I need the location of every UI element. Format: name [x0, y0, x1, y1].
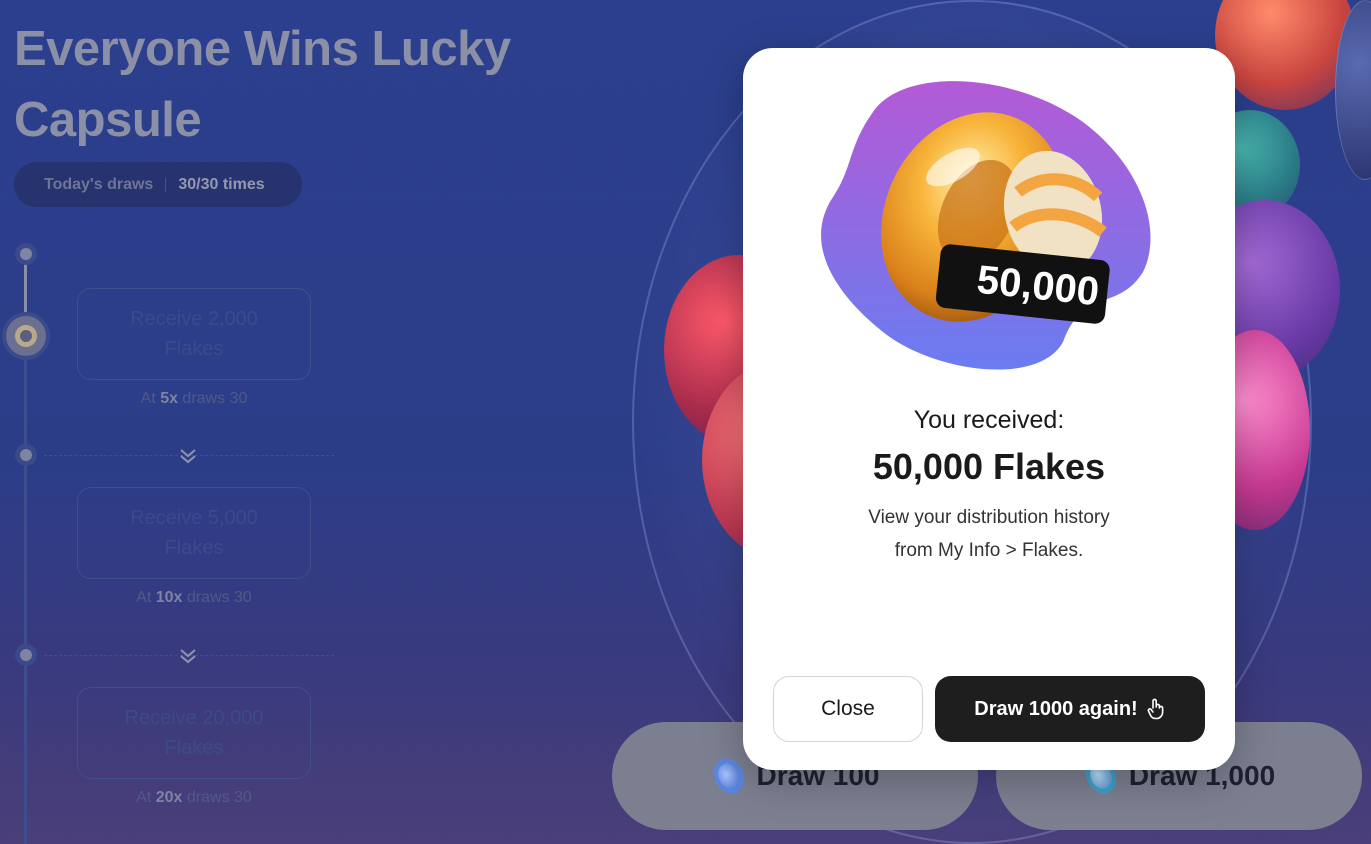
distribution-hint: View your distribution history from My I…: [868, 507, 1110, 561]
capsule-ball: [1215, 0, 1355, 110]
reward-card: Receive 5,000 Flakes: [77, 487, 311, 579]
draws-count: 30/30 times: [178, 175, 265, 193]
ring-icon: [11, 321, 41, 351]
hand-pointer-icon: [1146, 698, 1166, 720]
received-label: You received:: [913, 406, 1065, 434]
draw-again-button[interactable]: Draw 1000 again!: [935, 676, 1205, 742]
reward-caption: At 5x draws 30: [140, 390, 248, 407]
prize-illustration: 50,000: [813, 72, 1158, 372]
reward-caption: At 20x draws 30: [136, 789, 252, 806]
draws-counter-pill: Today's draws 30/30 times: [14, 162, 302, 207]
chevron-down-icon: [178, 646, 198, 666]
page-title: Everyone Wins Lucky Capsule: [14, 22, 511, 147]
reward-caption: At 10x draws 30: [136, 589, 252, 606]
reward-card: Receive 2,000 Flakes: [77, 288, 311, 380]
reward-card: Receive 20,000 Flakes: [77, 687, 311, 779]
divider: [165, 177, 167, 192]
received-amount: 50,000 Flakes: [872, 446, 1106, 487]
timeline-dot: [15, 644, 37, 666]
timeline-dot: [15, 243, 37, 265]
draws-label: Today's draws: [44, 175, 154, 193]
close-button[interactable]: Close: [773, 676, 923, 742]
capsule-ring-icon: [707, 753, 750, 799]
timeline-dot: [15, 444, 37, 466]
chevron-down-icon: [178, 446, 198, 466]
timeline-current-marker: [6, 316, 46, 356]
reward-modal: 50,000 You received: 50,000 Flakes View …: [743, 48, 1235, 770]
draw-again-label: Draw 1000 again!: [974, 697, 1138, 720]
